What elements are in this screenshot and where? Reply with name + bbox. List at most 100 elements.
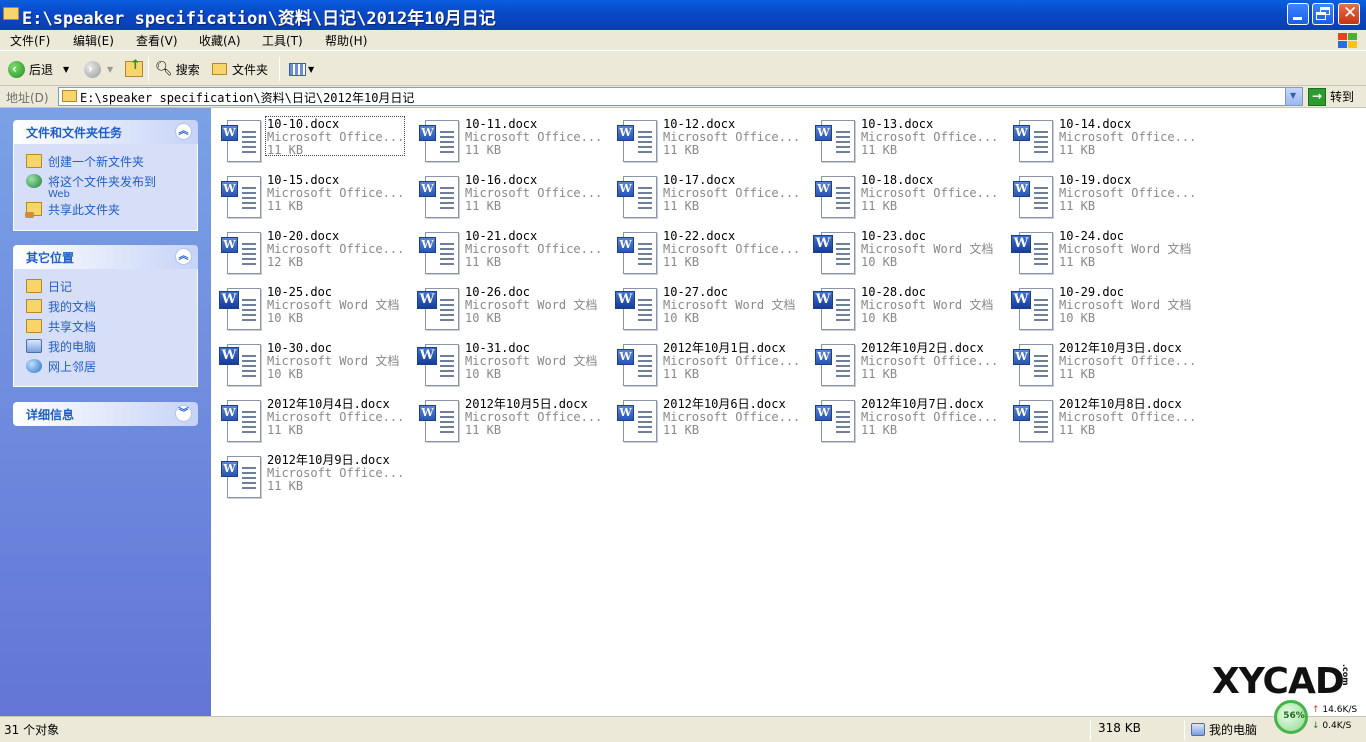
up-folder-button[interactable]: ↑ — [125, 58, 143, 80]
word-document-icon: W — [219, 175, 265, 219]
menu-tools[interactable]: 工具(T) — [262, 32, 303, 49]
file-item[interactable]: W 10-28.doc Microsoft Word 文档 10 KB — [809, 284, 999, 332]
file-item[interactable]: W 10-24.doc Microsoft Word 文档 11 KB — [1007, 228, 1197, 276]
minimize-button[interactable] — [1287, 3, 1309, 25]
status-object-count: 31 个对象 — [4, 723, 60, 737]
details-header[interactable]: 详细信息 ︾ — [13, 402, 198, 426]
file-item[interactable]: W 2012年10月1日.docx Microsoft Office... 11 KB — [611, 340, 801, 388]
close-button[interactable]: ✕ — [1338, 3, 1360, 25]
download-arrow-icon: ↓ — [1312, 721, 1320, 731]
file-item[interactable]: W 10-10.docx Microsoft Office... 11 KB — [215, 116, 405, 164]
status-location-label: 我的电脑 — [1209, 723, 1258, 737]
place-diary[interactable]: 日记 — [26, 278, 72, 295]
file-item[interactable]: W 10-12.docx Microsoft Office... 11 KB — [611, 116, 801, 164]
file-item[interactable]: W 10-27.doc Microsoft Word 文档 10 KB — [611, 284, 801, 332]
file-item[interactable]: W 2012年10月2日.docx Microsoft Office... 11 KB — [809, 340, 999, 388]
file-size: 10 KB — [663, 311, 700, 325]
file-item[interactable]: W 10-14.docx Microsoft Office... 11 KB — [1007, 116, 1197, 164]
back-button[interactable]: ‹ 后退 ▼ — [8, 58, 69, 80]
file-item[interactable]: W 10-26.doc Microsoft Word 文档 10 KB — [413, 284, 603, 332]
file-item[interactable]: W 10-15.docx Microsoft Office... 11 KB — [215, 172, 405, 220]
file-item[interactable]: W 10-19.docx Microsoft Office... 11 KB — [1007, 172, 1197, 220]
word-document-icon: W — [615, 119, 661, 163]
place-network[interactable]: 网上邻居 — [26, 358, 96, 375]
file-item[interactable]: W 10-20.docx Microsoft Office... 12 KB — [215, 228, 405, 276]
task-share-folder[interactable]: 共享此文件夹 — [25, 201, 120, 218]
file-item[interactable]: W 10-11.docx Microsoft Office... 11 KB — [413, 116, 603, 164]
word-document-icon: W — [813, 343, 859, 387]
word-document-icon: W — [417, 119, 463, 163]
file-size: 11 KB — [861, 143, 898, 157]
file-item[interactable]: W 10-13.docx Microsoft Office... 11 KB — [809, 116, 999, 164]
title-bar[interactable]: E:\speaker specification\资料\日记\2012年10月日… — [0, 0, 1366, 30]
word-document-icon: W — [813, 399, 859, 443]
upload-speed-value: 14.6K/S — [1322, 705, 1358, 715]
file-size: 11 KB — [1059, 367, 1096, 381]
file-size: 10 KB — [267, 311, 304, 325]
network-speed-widget[interactable]: 56% ↑ 14.6K/S ↓ 0.4K/S — [1274, 698, 1366, 742]
address-input[interactable]: E:\speaker specification\资料\日记\2012年10月日… — [58, 87, 1303, 106]
my-computer-icon — [1191, 723, 1205, 736]
file-item[interactable]: W 10-23.doc Microsoft Word 文档 10 KB — [809, 228, 999, 276]
place-my-computer[interactable]: 我的电脑 — [26, 338, 96, 355]
shared-documents-icon — [26, 319, 42, 333]
file-item[interactable]: W 2012年10月9日.docx Microsoft Office... 11 KB — [215, 452, 405, 500]
menu-edit[interactable]: 编辑(E) — [73, 32, 114, 49]
status-divider — [1184, 720, 1185, 740]
maximize-button[interactable] — [1312, 3, 1334, 25]
file-item[interactable]: W 10-25.doc Microsoft Word 文档 10 KB — [215, 284, 405, 332]
word-document-icon: W — [1011, 399, 1057, 443]
file-item[interactable]: W 10-16.docx Microsoft Office... 11 KB — [413, 172, 603, 220]
file-item[interactable]: W 10-17.docx Microsoft Office... 11 KB — [611, 172, 801, 220]
file-tasks-header[interactable]: 文件和文件夹任务 ︽ — [13, 120, 198, 144]
close-icon: ✕ — [1343, 3, 1358, 23]
file-size: 10 KB — [861, 255, 898, 269]
file-size: 11 KB — [861, 423, 898, 437]
folders-button[interactable]: 文件夹 — [212, 58, 268, 80]
download-speed-value: 0.4K/S — [1322, 721, 1352, 731]
file-item[interactable]: W 10-31.doc Microsoft Word 文档 10 KB — [413, 340, 603, 388]
go-arrow-icon: → — [1308, 87, 1326, 106]
menu-favorites[interactable]: 收藏(A) — [199, 32, 241, 49]
collapse-icon[interactable]: ︽ — [175, 248, 192, 265]
address-dropdown-button[interactable]: ▼ — [1285, 88, 1302, 105]
menu-file[interactable]: 文件(F) — [10, 32, 50, 49]
file-item[interactable]: W 2012年10月6日.docx Microsoft Office... 11 KB — [611, 396, 801, 444]
file-item[interactable]: W 2012年10月5日.docx Microsoft Office... 11 KB — [413, 396, 603, 444]
file-item[interactable]: W 2012年10月8日.docx Microsoft Office... 11 KB — [1007, 396, 1197, 444]
collapse-icon[interactable]: ︽ — [175, 123, 192, 140]
views-button[interactable]: ▼ — [289, 58, 314, 80]
menu-bar: 文件(F) 编辑(E) 查看(V) 收藏(A) 工具(T) 帮助(H) — [0, 30, 1366, 50]
file-item[interactable]: W 10-29.doc Microsoft Word 文档 10 KB — [1007, 284, 1197, 332]
file-item[interactable]: W 10-18.docx Microsoft Office... 11 KB — [809, 172, 999, 220]
place-shared-documents[interactable]: 共享文档 — [26, 318, 96, 335]
word-document-icon: W — [615, 175, 661, 219]
new-folder-icon — [26, 154, 42, 168]
menu-help[interactable]: 帮助(H) — [325, 32, 367, 49]
file-size: 11 KB — [267, 479, 304, 493]
expand-icon[interactable]: ︾ — [175, 405, 192, 422]
task-publish-web[interactable]: 将这个文件夹发布到 Web — [26, 173, 156, 200]
file-item[interactable]: W 10-21.docx Microsoft Office... 11 KB — [413, 228, 603, 276]
go-button[interactable]: → 转到 — [1308, 87, 1354, 106]
file-item[interactable]: W 10-30.doc Microsoft Word 文档 10 KB — [215, 340, 405, 388]
place-my-documents[interactable]: 我的文档 — [26, 298, 96, 315]
file-item[interactable]: W 2012年10月7日.docx Microsoft Office... 11 KB — [809, 396, 999, 444]
word-document-icon: W — [219, 343, 265, 387]
file-size: 11 KB — [267, 199, 304, 213]
search-button[interactable]: 🔍︎ 搜索 — [155, 58, 200, 80]
file-size: 11 KB — [861, 199, 898, 213]
watermark-text: XYCAD — [1212, 661, 1345, 702]
menu-view[interactable]: 查看(V) — [136, 32, 178, 49]
other-places-header[interactable]: 其它位置 ︽ — [13, 245, 198, 269]
task-new-folder[interactable]: 创建一个新文件夹 — [26, 153, 144, 170]
file-item[interactable]: W 2012年10月3日.docx Microsoft Office... 11 KB — [1007, 340, 1197, 388]
file-size: 11 KB — [663, 423, 700, 437]
chevron-down-icon: ▼ — [1290, 91, 1297, 100]
file-item[interactable]: W 2012年10月4日.docx Microsoft Office... 11 KB — [215, 396, 405, 444]
file-item[interactable]: W 10-22.docx Microsoft Office... 11 KB — [611, 228, 801, 276]
toolbar-divider — [279, 57, 280, 81]
forward-button[interactable]: › ▼ — [84, 58, 113, 80]
word-document-icon: W — [417, 231, 463, 275]
word-document-icon: W — [615, 343, 661, 387]
